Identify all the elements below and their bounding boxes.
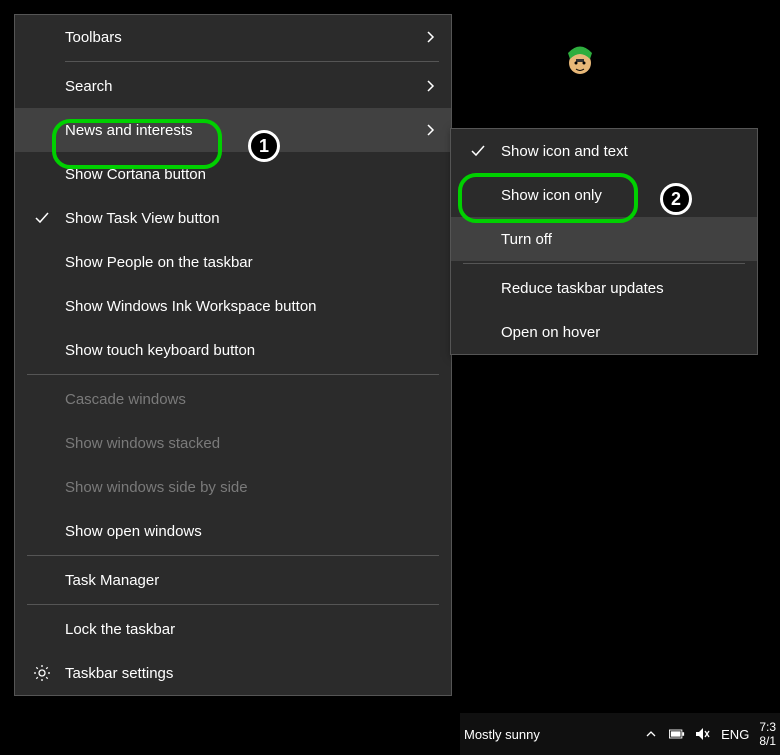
clock-time: 7:3 — [759, 720, 776, 734]
separator — [27, 604, 439, 605]
separator — [27, 555, 439, 556]
gear-icon — [33, 664, 51, 682]
menu-label: Show touch keyboard button — [65, 342, 255, 359]
clock[interactable]: 7:3 8/1 — [759, 720, 776, 749]
chevron-right-icon — [423, 122, 439, 138]
separator — [463, 263, 745, 264]
taskbar[interactable]: Mostly sunny ENG 7:3 8/1 — [460, 713, 780, 755]
menu-label: Search — [65, 78, 113, 95]
menu-item-show-ink[interactable]: Show Windows Ink Workspace button — [15, 284, 451, 328]
separator — [65, 61, 439, 62]
submenu-item-open-hover[interactable]: Open on hover — [451, 310, 757, 354]
menu-label: Task Manager — [65, 572, 159, 589]
menu-item-show-touch[interactable]: Show touch keyboard button — [15, 328, 451, 372]
menu-item-show-people[interactable]: Show People on the taskbar — [15, 240, 451, 284]
menu-label: Show windows side by side — [65, 479, 248, 496]
tray-chevron-up-icon[interactable] — [643, 726, 659, 742]
menu-label: Toolbars — [65, 29, 122, 46]
menu-item-show-task-view[interactable]: Show Task View button — [15, 196, 451, 240]
menu-label: Turn off — [501, 231, 552, 248]
menu-item-news-interests[interactable]: News and interests — [15, 108, 451, 152]
menu-item-show-cortana[interactable]: Show Cortana button — [15, 152, 451, 196]
news-interests-submenu: Show icon and text Show icon only Turn o… — [450, 128, 758, 355]
menu-item-show-open[interactable]: Show open windows — [15, 509, 451, 553]
chevron-right-icon — [423, 78, 439, 94]
menu-label: Show People on the taskbar — [65, 254, 253, 271]
menu-item-side-by-side: Show windows side by side — [15, 465, 451, 509]
menu-label: Taskbar settings — [65, 665, 173, 682]
menu-label: Lock the taskbar — [65, 621, 175, 638]
menu-label: News and interests — [65, 122, 193, 139]
check-icon — [33, 209, 51, 227]
menu-label: Show icon only — [501, 187, 602, 204]
submenu-item-show-icon-text[interactable]: Show icon and text — [451, 129, 757, 173]
taskbar-context-menu: Toolbars Search News and interests Show … — [14, 14, 452, 696]
menu-label: Show Task View button — [65, 210, 220, 227]
menu-label: Show Cortana button — [65, 166, 206, 183]
menu-label: Show icon and text — [501, 143, 628, 160]
submenu-item-show-icon-only[interactable]: Show icon only — [451, 173, 757, 217]
menu-item-taskbar-settings[interactable]: Taskbar settings — [15, 651, 451, 695]
separator — [27, 374, 439, 375]
menu-item-stacked: Show windows stacked — [15, 421, 451, 465]
volume-icon[interactable] — [695, 726, 711, 742]
check-icon — [469, 142, 487, 160]
system-tray: ENG 7:3 8/1 — [643, 720, 776, 749]
desktop-avatar — [560, 35, 600, 83]
menu-label: Cascade windows — [65, 391, 186, 408]
menu-label: Show Windows Ink Workspace button — [65, 298, 317, 315]
menu-item-toolbars[interactable]: Toolbars — [15, 15, 451, 59]
menu-label: Show windows stacked — [65, 435, 220, 452]
menu-item-search[interactable]: Search — [15, 64, 451, 108]
menu-label: Show open windows — [65, 523, 202, 540]
battery-icon[interactable] — [669, 726, 685, 742]
menu-label: Reduce taskbar updates — [501, 280, 664, 297]
clock-date: 8/1 — [759, 734, 776, 748]
weather-text[interactable]: Mostly sunny — [464, 727, 540, 742]
menu-item-task-manager[interactable]: Task Manager — [15, 558, 451, 602]
language-indicator[interactable]: ENG — [721, 727, 749, 742]
menu-item-lock-taskbar[interactable]: Lock the taskbar — [15, 607, 451, 651]
menu-label: Open on hover — [501, 324, 600, 341]
submenu-item-reduce-updates[interactable]: Reduce taskbar updates — [451, 266, 757, 310]
submenu-item-turn-off[interactable]: Turn off — [451, 217, 757, 261]
menu-item-cascade: Cascade windows — [15, 377, 451, 421]
chevron-right-icon — [423, 29, 439, 45]
